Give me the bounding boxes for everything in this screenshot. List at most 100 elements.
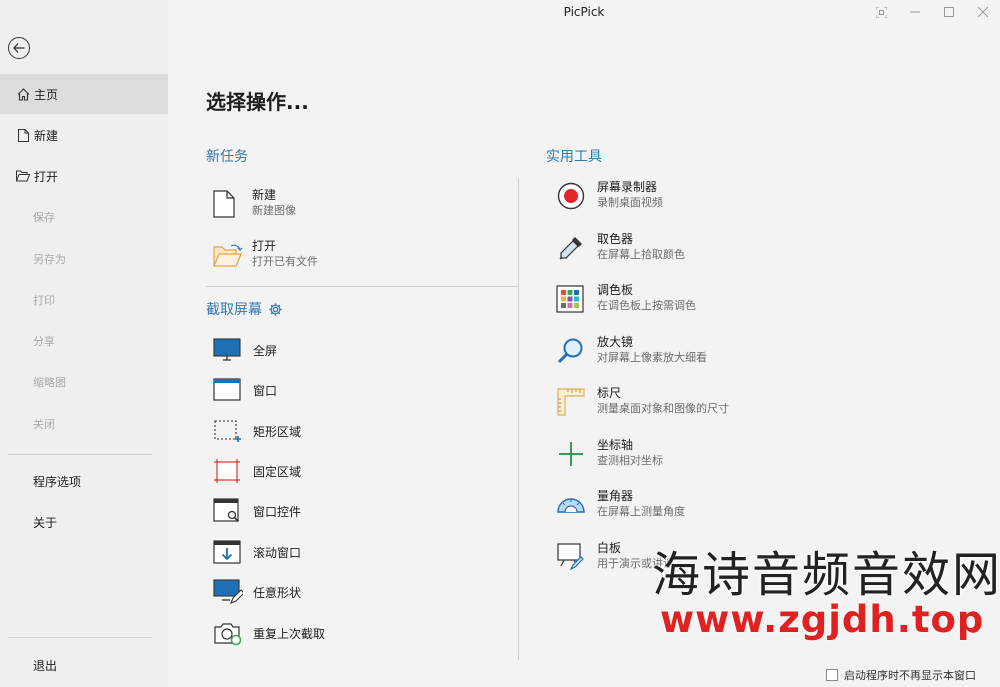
tool-subtitle: 录制桌面视频 bbox=[597, 196, 663, 209]
sidebar-item-close: 关闭 bbox=[0, 404, 168, 444]
tool-title: 调色板 bbox=[597, 283, 634, 297]
capture-label: 重复上次截取 bbox=[253, 626, 326, 641]
tool-title: 量角器 bbox=[597, 489, 634, 503]
tool-crosshair[interactable]: 坐标轴 查测相对坐标 bbox=[556, 438, 663, 470]
sidebar-item-home[interactable]: 主页 bbox=[0, 74, 168, 114]
window-icon bbox=[213, 377, 245, 403]
title-bar: PicPick bbox=[168, 0, 1000, 28]
window-control-icon bbox=[213, 498, 245, 524]
sidebar-item-label: 主页 bbox=[34, 87, 59, 102]
watermark-url: www.zgjdh.top bbox=[660, 598, 985, 641]
capture-repeat-last[interactable]: 重复上次截取 bbox=[213, 620, 325, 646]
tool-title: 放大镜 bbox=[597, 335, 634, 349]
fullscreen-icon bbox=[213, 337, 245, 363]
capture-fullscreen[interactable]: 全屏 bbox=[213, 337, 277, 363]
tool-title: 屏幕录制器 bbox=[597, 180, 658, 194]
scroll-window-icon bbox=[213, 539, 245, 565]
sidebar-item-label: 打开 bbox=[34, 169, 59, 184]
tool-subtitle: 对屏幕上像素放大细看 bbox=[597, 351, 707, 364]
sidebar-item-label: 程序选项 bbox=[33, 474, 82, 489]
sidebar-item-share: 分享 bbox=[0, 321, 168, 361]
tool-subtitle: 在屏幕上拾取颜色 bbox=[597, 248, 685, 261]
sidebar-item-label: 保存 bbox=[33, 211, 55, 224]
capture-icon[interactable] bbox=[864, 0, 898, 24]
open-folder-icon bbox=[15, 170, 31, 182]
dont-show-again[interactable]: 启动程序时不再显示本窗口 bbox=[826, 667, 976, 683]
dont-show-again-checkbox[interactable] bbox=[826, 669, 838, 681]
magnifier-icon bbox=[556, 335, 590, 367]
capture-label: 窗口 bbox=[253, 383, 278, 398]
sidebar-item-options[interactable]: 程序选项 bbox=[0, 461, 168, 501]
tool-subtitle: 查测相对坐标 bbox=[597, 454, 663, 467]
sidebar-item-new[interactable]: 新建 bbox=[0, 115, 168, 155]
tool-subtitle: 在屏幕上测量角度 bbox=[597, 505, 685, 518]
whiteboard-icon bbox=[556, 541, 590, 573]
capture-freehand[interactable]: 任意形状 bbox=[213, 579, 301, 605]
task-open-file[interactable]: 打开 打开已有文件 bbox=[213, 239, 318, 271]
section-title: 实用工具 bbox=[546, 149, 602, 165]
sidebar-item-label: 退出 bbox=[33, 658, 58, 673]
section-title: 截取屏幕 bbox=[206, 302, 262, 318]
tool-protractor[interactable]: 量角器 在屏幕上测量角度 bbox=[556, 489, 685, 521]
capture-label: 全屏 bbox=[253, 343, 278, 358]
tool-color-picker[interactable]: 取色器 在屏幕上拾取颜色 bbox=[556, 232, 685, 264]
tool-subtitle: 在调色板上按需调色 bbox=[597, 299, 696, 312]
section-title: 新任务 bbox=[206, 149, 248, 165]
sidebar-item-thumbnails: 缩略图 bbox=[0, 362, 168, 402]
capture-rect-region[interactable]: 矩形区域 bbox=[213, 418, 301, 444]
tool-palette[interactable]: 调色板 在调色板上按需调色 bbox=[556, 283, 696, 315]
sidebar-item-label: 关于 bbox=[33, 515, 58, 530]
open-folder-icon bbox=[213, 239, 249, 271]
capture-label: 矩形区域 bbox=[253, 424, 302, 439]
close-icon[interactable] bbox=[966, 0, 1000, 24]
record-icon bbox=[556, 180, 590, 212]
task-subtitle: 打开已有文件 bbox=[252, 255, 318, 268]
tool-ruler[interactable]: 标尺 测量桌面对象和图像的尺寸 bbox=[556, 386, 729, 418]
column-divider bbox=[518, 178, 519, 660]
capture-window-control[interactable]: 窗口控件 bbox=[213, 498, 301, 524]
sidebar-item-label: 打印 bbox=[33, 294, 55, 307]
capture-label: 滚动窗口 bbox=[253, 545, 302, 560]
protractor-icon bbox=[556, 489, 590, 521]
freehand-icon bbox=[213, 579, 245, 605]
sidebar-item-save: 保存 bbox=[0, 197, 168, 237]
sidebar-item-label: 缩略图 bbox=[33, 376, 66, 389]
tool-title: 标尺 bbox=[597, 386, 622, 400]
home-icon bbox=[15, 87, 31, 101]
crosshair-icon bbox=[556, 438, 590, 470]
window-controls bbox=[864, 0, 1000, 24]
sidebar-item-exit[interactable]: 退出 bbox=[0, 645, 168, 685]
new-file-icon bbox=[15, 128, 31, 142]
sidebar-item-about[interactable]: 关于 bbox=[0, 502, 168, 542]
new-task-heading: 新任务 bbox=[206, 146, 248, 166]
capture-heading: 截取屏幕 bbox=[206, 299, 283, 319]
back-arrow-icon[interactable] bbox=[8, 37, 30, 59]
capture-window[interactable]: 窗口 bbox=[213, 377, 277, 403]
palette-icon bbox=[556, 283, 590, 315]
tool-screen-recorder[interactable]: 屏幕录制器 录制桌面视频 bbox=[556, 180, 663, 212]
sidebar-item-label: 另存为 bbox=[33, 253, 66, 266]
page-title: 选择操作... bbox=[206, 90, 309, 114]
tool-title: 取色器 bbox=[597, 232, 634, 246]
sidebar-item-label: 分享 bbox=[33, 335, 55, 348]
ruler-icon bbox=[556, 386, 590, 418]
tool-title: 坐标轴 bbox=[597, 438, 634, 452]
sidebar-item-save-as: 另存为 bbox=[0, 239, 168, 279]
rect-region-icon bbox=[213, 418, 245, 444]
sidebar-item-print: 打印 bbox=[0, 280, 168, 320]
section-divider bbox=[206, 286, 518, 287]
sidebar-item-open[interactable]: 打开 bbox=[0, 156, 168, 196]
task-new-image[interactable]: 新建 新建图像 bbox=[213, 188, 296, 220]
task-title: 打开 bbox=[252, 239, 277, 253]
capture-label: 窗口控件 bbox=[253, 504, 302, 519]
minimize-icon[interactable] bbox=[898, 0, 932, 24]
sidebar-item-label: 新建 bbox=[34, 128, 59, 143]
maximize-icon[interactable] bbox=[932, 0, 966, 24]
capture-scroll-window[interactable]: 滚动窗口 bbox=[213, 539, 301, 565]
capture-label: 固定区域 bbox=[253, 464, 302, 479]
eyedropper-icon bbox=[556, 232, 590, 264]
capture-fixed-region[interactable]: 固定区域 bbox=[213, 458, 301, 484]
tool-magnifier[interactable]: 放大镜 对屏幕上像素放大细看 bbox=[556, 335, 707, 367]
gear-icon[interactable] bbox=[268, 302, 283, 317]
tool-subtitle: 测量桌面对象和图像的尺寸 bbox=[597, 402, 729, 415]
